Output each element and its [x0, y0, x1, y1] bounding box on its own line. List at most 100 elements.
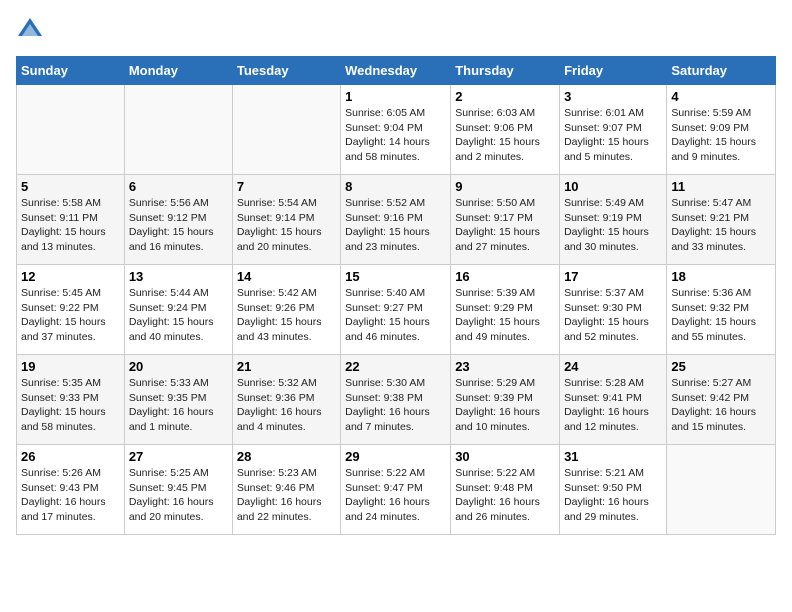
day-cell: 30 Sunrise: 5:22 AM Sunset: 9:48 PM Dayli…: [451, 445, 560, 535]
day-info: Sunrise: 6:05 AM Sunset: 9:04 PM Dayligh…: [345, 106, 446, 165]
day-number: 10: [564, 179, 662, 194]
day-number: 20: [129, 359, 228, 374]
day-cell: 2 Sunrise: 6:03 AM Sunset: 9:06 PM Daylig…: [451, 85, 560, 175]
day-number: 30: [455, 449, 555, 464]
col-saturday: Saturday: [667, 57, 776, 85]
day-cell: 17 Sunrise: 5:37 AM Sunset: 9:30 PM Dayli…: [560, 265, 667, 355]
day-cell: [124, 85, 232, 175]
day-info: Sunrise: 5:26 AM Sunset: 9:43 PM Dayligh…: [21, 466, 120, 525]
day-info: Sunrise: 5:33 AM Sunset: 9:35 PM Dayligh…: [129, 376, 228, 435]
day-info: Sunrise: 6:03 AM Sunset: 9:06 PM Dayligh…: [455, 106, 555, 165]
day-cell: 11Sunrise: 5:47 AM Sunset: 9:21 PM Dayli…: [667, 175, 776, 265]
day-cell: 7 Sunrise: 5:54 AM Sunset: 9:14 PM Daylig…: [232, 175, 340, 265]
day-number: 17: [564, 269, 662, 284]
week-row-1: 1 Sunrise: 6:05 AM Sunset: 9:04 PM Daylig…: [17, 85, 776, 175]
week-row-3: 12 Sunrise: 5:45 AM Sunset: 9:22 PM Dayli…: [17, 265, 776, 355]
day-info: Sunrise: 5:45 AM Sunset: 9:22 PM Dayligh…: [21, 286, 120, 345]
day-info: Sunrise: 5:23 AM Sunset: 9:46 PM Dayligh…: [237, 466, 336, 525]
day-info: Sunrise: 5:28 AM Sunset: 9:41 PM Dayligh…: [564, 376, 662, 435]
day-cell: 16 Sunrise: 5:39 AM Sunset: 9:29 PM Dayli…: [451, 265, 560, 355]
day-info: Sunrise: 5:56 AM Sunset: 9:12 PM Dayligh…: [129, 196, 228, 255]
week-row-5: 26 Sunrise: 5:26 AM Sunset: 9:43 PM Dayli…: [17, 445, 776, 535]
day-cell: 31 Sunrise: 5:21 AM Sunset: 9:50 PM Dayli…: [560, 445, 667, 535]
day-number: 31: [564, 449, 662, 464]
day-cell: 12 Sunrise: 5:45 AM Sunset: 9:22 PM Dayli…: [17, 265, 125, 355]
day-number: 2: [455, 89, 555, 104]
day-cell: 23 Sunrise: 5:29 AM Sunset: 9:39 PM Dayli…: [451, 355, 560, 445]
day-cell: 4Sunrise: 5:59 AM Sunset: 9:09 PM Daylig…: [667, 85, 776, 175]
day-cell: 22Sunrise: 5:30 AM Sunset: 9:38 PM Dayli…: [341, 355, 451, 445]
day-number: 27: [129, 449, 228, 464]
day-number: 14: [237, 269, 336, 284]
day-cell: 10Sunrise: 5:49 AM Sunset: 9:19 PM Dayli…: [560, 175, 667, 265]
day-info: Sunrise: 5:44 AM Sunset: 9:24 PM Dayligh…: [129, 286, 228, 345]
day-cell: [667, 445, 776, 535]
day-number: 16: [455, 269, 555, 284]
day-number: 24: [564, 359, 662, 374]
day-number: 28: [237, 449, 336, 464]
day-cell: 15Sunrise: 5:40 AM Sunset: 9:27 PM Dayli…: [341, 265, 451, 355]
day-number: 12: [21, 269, 120, 284]
day-number: 23: [455, 359, 555, 374]
page-header: [16, 16, 776, 44]
week-row-4: 19 Sunrise: 5:35 AM Sunset: 9:33 PM Dayli…: [17, 355, 776, 445]
day-info: Sunrise: 6:01 AM Sunset: 9:07 PM Dayligh…: [564, 106, 662, 165]
day-info: Sunrise: 5:27 AM Sunset: 9:42 PM Dayligh…: [671, 376, 771, 435]
day-info: Sunrise: 5:22 AM Sunset: 9:48 PM Dayligh…: [455, 466, 555, 525]
day-cell: 24 Sunrise: 5:28 AM Sunset: 9:41 PM Dayli…: [560, 355, 667, 445]
day-info: Sunrise: 5:39 AM Sunset: 9:29 PM Dayligh…: [455, 286, 555, 345]
day-cell: 27 Sunrise: 5:25 AM Sunset: 9:45 PM Dayli…: [124, 445, 232, 535]
day-number: 1: [345, 89, 446, 104]
day-cell: 18 Sunrise: 5:36 AM Sunset: 9:32 PM Dayli…: [667, 265, 776, 355]
day-cell: 6 Sunrise: 5:56 AM Sunset: 9:12 PM Daylig…: [124, 175, 232, 265]
day-info: Sunrise: 5:36 AM Sunset: 9:32 PM Dayligh…: [671, 286, 771, 345]
day-number: 6: [129, 179, 228, 194]
col-thursday: Thursday: [451, 57, 560, 85]
day-cell: 26 Sunrise: 5:26 AM Sunset: 9:43 PM Dayli…: [17, 445, 125, 535]
day-cell: 3Sunrise: 6:01 AM Sunset: 9:07 PM Daylig…: [560, 85, 667, 175]
day-number: 8: [345, 179, 446, 194]
day-cell: 20 Sunrise: 5:33 AM Sunset: 9:35 PM Dayli…: [124, 355, 232, 445]
day-cell: 19 Sunrise: 5:35 AM Sunset: 9:33 PM Dayli…: [17, 355, 125, 445]
day-number: 19: [21, 359, 120, 374]
day-number: 4: [671, 89, 771, 104]
day-cell: 5 Sunrise: 5:58 AM Sunset: 9:11 PM Daylig…: [17, 175, 125, 265]
day-number: 9: [455, 179, 555, 194]
day-cell: [232, 85, 340, 175]
day-number: 29: [345, 449, 446, 464]
day-number: 7: [237, 179, 336, 194]
logo: [16, 16, 48, 44]
day-cell: 21 Sunrise: 5:32 AM Sunset: 9:36 PM Dayli…: [232, 355, 340, 445]
day-number: 22: [345, 359, 446, 374]
day-cell: 1 Sunrise: 6:05 AM Sunset: 9:04 PM Daylig…: [341, 85, 451, 175]
day-cell: 13 Sunrise: 5:44 AM Sunset: 9:24 PM Dayli…: [124, 265, 232, 355]
day-number: 26: [21, 449, 120, 464]
day-number: 18: [671, 269, 771, 284]
day-info: Sunrise: 5:29 AM Sunset: 9:39 PM Dayligh…: [455, 376, 555, 435]
day-number: 5: [21, 179, 120, 194]
day-number: 15: [345, 269, 446, 284]
day-info: Sunrise: 5:25 AM Sunset: 9:45 PM Dayligh…: [129, 466, 228, 525]
day-info: Sunrise: 5:37 AM Sunset: 9:30 PM Dayligh…: [564, 286, 662, 345]
day-cell: 29Sunrise: 5:22 AM Sunset: 9:47 PM Dayli…: [341, 445, 451, 535]
day-number: 13: [129, 269, 228, 284]
header-row: Sunday Monday Tuesday Wednesday Thursday…: [17, 57, 776, 85]
day-cell: 25 Sunrise: 5:27 AM Sunset: 9:42 PM Dayli…: [667, 355, 776, 445]
day-info: Sunrise: 5:21 AM Sunset: 9:50 PM Dayligh…: [564, 466, 662, 525]
week-row-2: 5 Sunrise: 5:58 AM Sunset: 9:11 PM Daylig…: [17, 175, 776, 265]
col-monday: Monday: [124, 57, 232, 85]
calendar-table: Sunday Monday Tuesday Wednesday Thursday…: [16, 56, 776, 535]
day-number: 25: [671, 359, 771, 374]
day-info: Sunrise: 5:58 AM Sunset: 9:11 PM Dayligh…: [21, 196, 120, 255]
day-info: Sunrise: 5:50 AM Sunset: 9:17 PM Dayligh…: [455, 196, 555, 255]
day-info: Sunrise: 5:32 AM Sunset: 9:36 PM Dayligh…: [237, 376, 336, 435]
day-info: Sunrise: 5:52 AM Sunset: 9:16 PM Dayligh…: [345, 196, 446, 255]
day-info: Sunrise: 5:42 AM Sunset: 9:26 PM Dayligh…: [237, 286, 336, 345]
col-sunday: Sunday: [17, 57, 125, 85]
col-wednesday: Wednesday: [341, 57, 451, 85]
day-info: Sunrise: 5:54 AM Sunset: 9:14 PM Dayligh…: [237, 196, 336, 255]
day-info: Sunrise: 5:35 AM Sunset: 9:33 PM Dayligh…: [21, 376, 120, 435]
day-cell: 14 Sunrise: 5:42 AM Sunset: 9:26 PM Dayli…: [232, 265, 340, 355]
day-number: 11: [671, 179, 771, 194]
day-number: 21: [237, 359, 336, 374]
